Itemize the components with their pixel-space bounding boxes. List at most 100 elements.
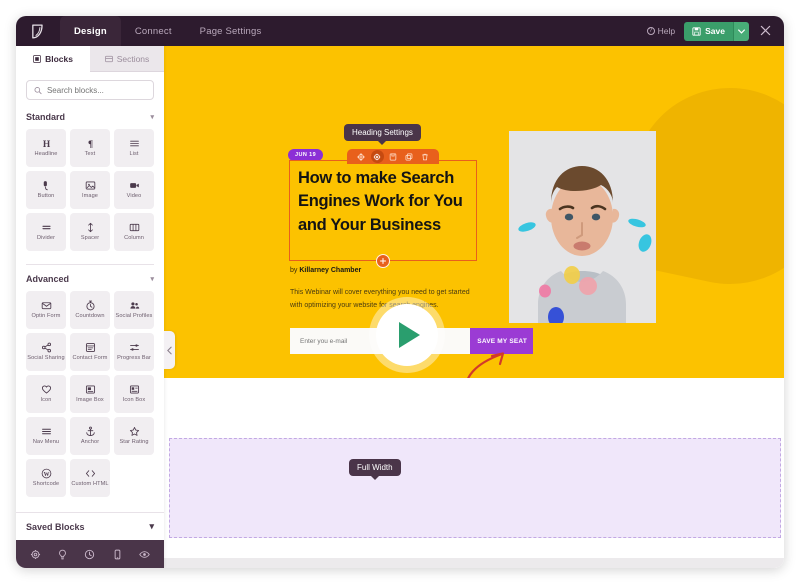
section-header-advanced[interactable]: Advanced ▾ (26, 274, 154, 284)
block-icon[interactable]: Icon (26, 375, 66, 413)
stopwatch-icon (85, 300, 95, 311)
page-builder-window: Design Connect Page Settings ? Help Save (16, 16, 784, 568)
blocks-icon (33, 54, 41, 63)
block-video[interactable]: Video (114, 171, 154, 209)
hero-section: JUN 19 Heading Settings How to make Sear… (164, 46, 784, 378)
block-label: Icon (40, 397, 52, 404)
eye-preview-icon[interactable] (139, 549, 150, 560)
save-dropdown-button[interactable] (733, 21, 749, 41)
plus-circle-icon (379, 257, 387, 265)
play-triangle-icon (399, 322, 420, 348)
hero-image[interactable] (509, 131, 656, 323)
move-arrows-icon[interactable] (355, 150, 368, 163)
full-width-tooltip: Full Width (349, 459, 401, 480)
block-label: Optin Form (31, 313, 61, 320)
block-countdown[interactable]: Countdown (70, 291, 110, 329)
progress-bar-icon (129, 344, 139, 351)
mobile-device-icon[interactable] (112, 549, 123, 560)
block-nav-menu[interactable]: Nav Menu (26, 417, 66, 455)
block-label: Countdown (75, 313, 105, 320)
add-block-button[interactable] (376, 254, 390, 268)
save-button-group: Save (684, 21, 749, 41)
layout-picker-panel: Choose your layout: (169, 438, 781, 538)
nav-tab-connect[interactable]: Connect (121, 16, 186, 46)
block-column[interactable]: Column (114, 213, 154, 251)
chevron-down-icon: ▾ (150, 276, 154, 283)
top-bar-actions: ? Help Save (646, 16, 784, 46)
block-label: Image (81, 193, 99, 200)
sidebar-scroll-area: Standard ▾ H Headline ¶ Text (16, 72, 164, 512)
contact-form-icon (85, 343, 95, 353)
anchor-icon (85, 426, 95, 437)
block-label: Social Profiles (115, 313, 153, 320)
save-label: Save (705, 26, 725, 36)
block-social-sharing[interactable]: Social Sharing (26, 333, 66, 371)
section-header-standard[interactable]: Standard ▾ (26, 112, 154, 122)
heart-icon (41, 385, 51, 394)
left-sidebar: Blocks Sections Search blocks... Standar… (16, 46, 164, 568)
help-button[interactable]: ? Help (646, 26, 676, 36)
block-anchor[interactable]: Anchor (70, 417, 110, 455)
nav-tab-design[interactable]: Design (60, 16, 121, 46)
divider (26, 264, 154, 265)
sidebar-tabs: Blocks Sections (16, 46, 164, 72)
block-contact-form[interactable]: Contact Form (70, 333, 110, 371)
settings-gear-icon[interactable] (370, 150, 384, 163)
svg-text:H: H (42, 140, 50, 149)
saved-blocks-title: Saved Blocks (26, 521, 85, 532)
block-image[interactable]: Image (70, 171, 110, 209)
block-social-profiles[interactable]: Social Profiles (114, 291, 154, 329)
chevron-down-icon (738, 28, 745, 34)
sidebar-bottom-toolbar (16, 540, 164, 568)
block-image-box[interactable]: Image Box (70, 375, 110, 413)
search-input[interactable] (46, 85, 146, 95)
block-headline[interactable]: H Headline (26, 129, 66, 167)
tab-sections[interactable]: Sections (90, 46, 164, 72)
block-text[interactable]: ¶ Text (70, 129, 110, 167)
block-divider[interactable]: Divider (26, 213, 66, 251)
nav-tab-page-settings[interactable]: Page Settings (186, 16, 276, 46)
history-clock-icon[interactable] (84, 549, 95, 560)
save-button[interactable]: Save (684, 21, 733, 41)
block-spacer[interactable]: Spacer (70, 213, 110, 251)
question-circle-icon: ? (646, 27, 655, 35)
star-icon (129, 427, 139, 437)
block-button[interactable]: Button (26, 171, 66, 209)
app-logo[interactable] (16, 16, 60, 46)
settings-gear-icon[interactable] (30, 549, 41, 560)
block-custom-html[interactable]: Custom HTML (70, 459, 110, 497)
trash-icon[interactable] (419, 150, 432, 163)
block-star-rating[interactable]: Star Rating (114, 417, 154, 455)
hero-headline: How to make Search Engines Work for You … (298, 169, 463, 234)
save-block-icon[interactable] (387, 150, 400, 163)
floppy-disk-icon (692, 26, 701, 36)
annotation-arrow (467, 352, 505, 378)
block-optin-form[interactable]: Optin Form (26, 291, 66, 329)
advanced-blocks-grid: Optin Form Countdown Social Profiles Soc… (26, 291, 154, 497)
block-label: Nav Menu (32, 439, 60, 446)
block-label: Text (84, 151, 96, 158)
block-label: Divider (36, 235, 56, 242)
image-icon (85, 181, 95, 190)
wordpress-icon: W (41, 468, 51, 479)
lightbulb-idea-icon[interactable] (57, 549, 68, 560)
close-button[interactable] (758, 25, 773, 38)
icon-box-icon (129, 385, 139, 394)
block-list[interactable]: List (114, 129, 154, 167)
byline-prefix: by (290, 267, 300, 274)
play-button[interactable] (376, 304, 438, 366)
block-icon-box[interactable]: Icon Box (114, 375, 154, 413)
duplicate-icon[interactable] (403, 150, 416, 163)
search-blocks-box[interactable] (26, 80, 154, 100)
spacer-arrows-icon (87, 223, 93, 233)
block-label: Headline (34, 151, 58, 158)
sidebar-collapse-toggle[interactable] (164, 331, 175, 369)
search-icon (34, 86, 42, 94)
block-shortcode[interactable]: W Shortcode (26, 459, 66, 497)
section-header-saved-blocks[interactable]: Saved Blocks ▾ (16, 512, 164, 540)
block-progress-bar[interactable]: Progress Bar (114, 333, 154, 371)
heading-element[interactable]: How to make Search Engines Work for You … (289, 160, 477, 261)
nav-tab-connect-label: Connect (134, 25, 172, 37)
help-label: Help (657, 26, 676, 36)
tab-blocks[interactable]: Blocks (16, 46, 90, 72)
